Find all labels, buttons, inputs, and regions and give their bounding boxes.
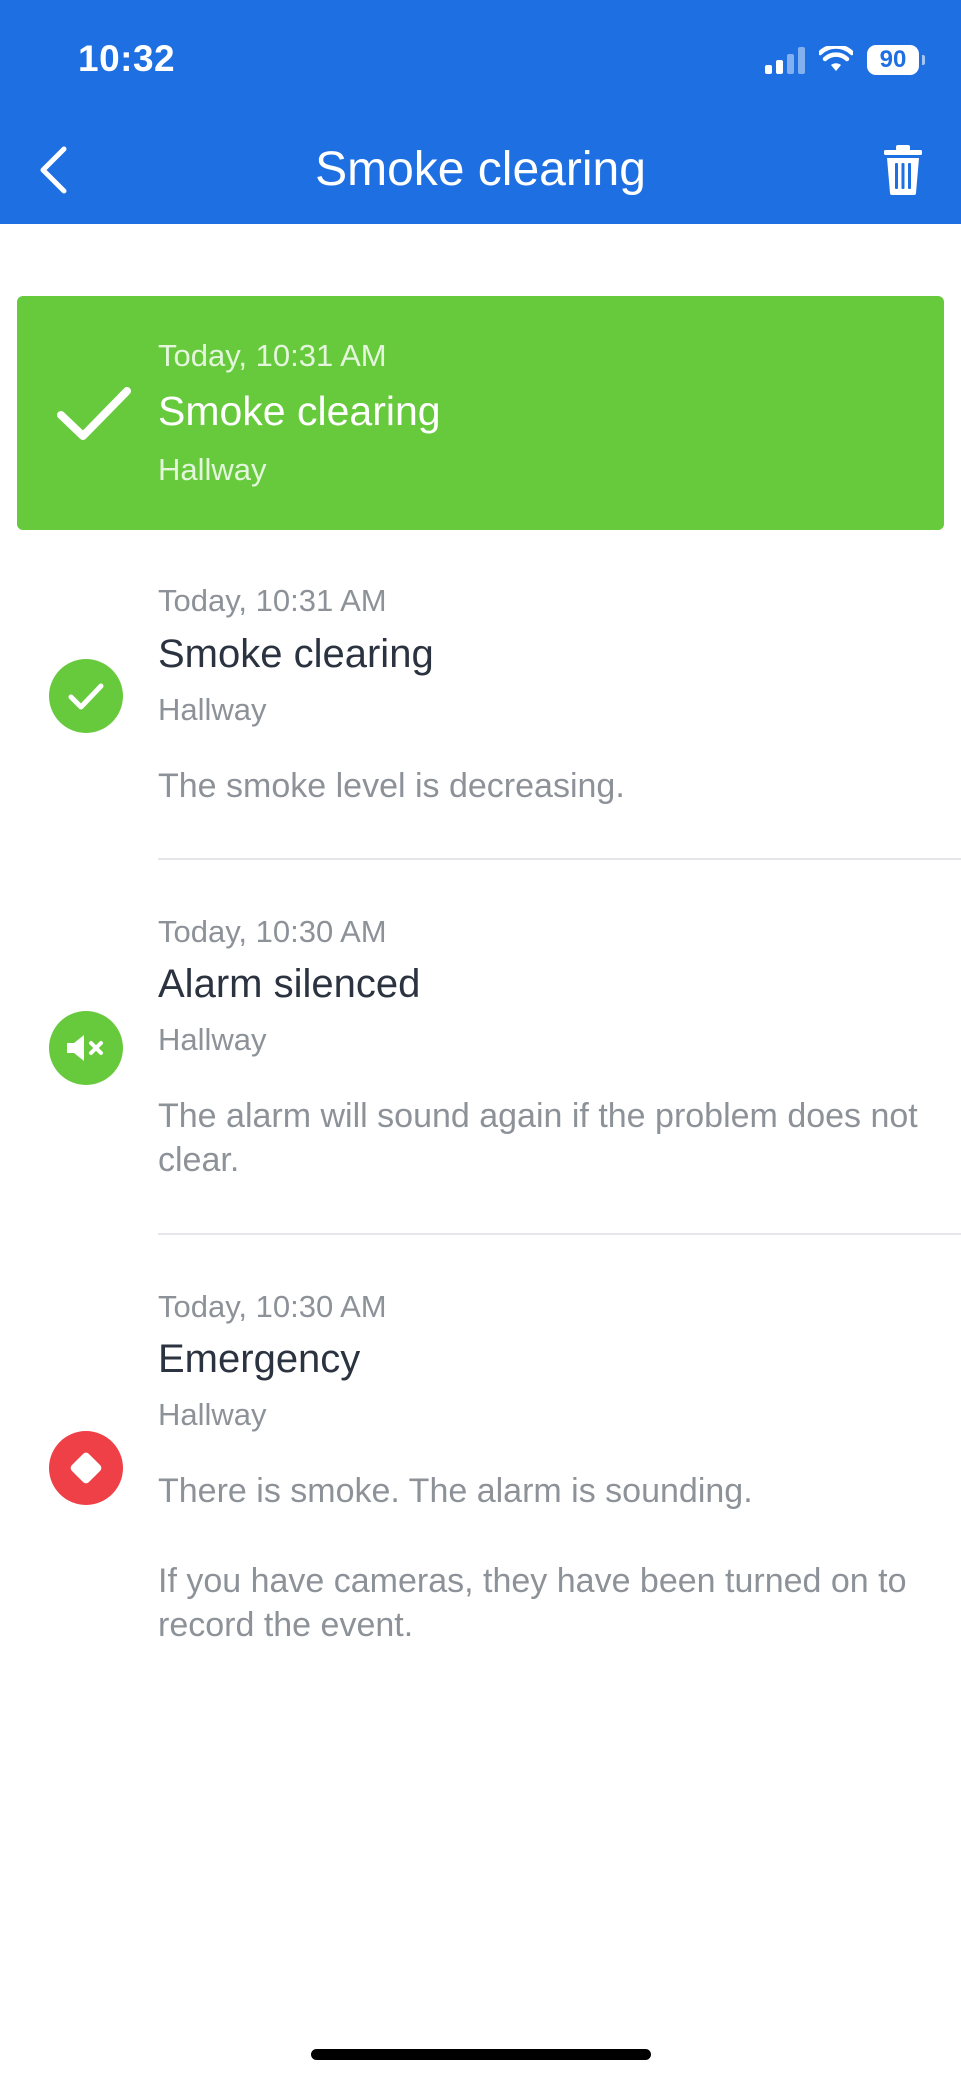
cellular-signal-icon bbox=[765, 46, 805, 74]
event-title: Alarm silenced bbox=[158, 962, 421, 1006]
event-location: Hallway bbox=[158, 1397, 267, 1432]
event-title: Emergency bbox=[158, 1337, 361, 1381]
status-time: 10:32 bbox=[78, 38, 176, 79]
event-location: Hallway bbox=[158, 1022, 267, 1057]
trash-icon bbox=[884, 145, 922, 195]
event-title: Smoke clearing bbox=[158, 388, 441, 434]
speaker-muted-icon bbox=[49, 1011, 123, 1085]
delete-button[interactable] bbox=[875, 140, 931, 200]
event-description: There is smoke. The alarm is sounding. bbox=[158, 1472, 753, 1510]
event-description-secondary: If you have cameras, they have been turn… bbox=[158, 1562, 907, 1644]
checkmark-icon bbox=[51, 370, 137, 456]
wifi-icon bbox=[819, 46, 853, 71]
event-location: Hallway bbox=[158, 452, 267, 487]
page-title: Smoke clearing bbox=[315, 143, 646, 196]
emergency-diamond-icon bbox=[49, 1431, 123, 1505]
event-location: Hallway bbox=[158, 692, 267, 727]
app-header: 10:32 90 Smoke clearing bbox=[0, 0, 961, 224]
event-description: The smoke level is decreasing. bbox=[158, 767, 625, 805]
check-circle-icon bbox=[49, 659, 123, 733]
status-icons: 90 bbox=[765, 42, 925, 78]
home-indicator bbox=[311, 2049, 651, 2060]
event-description: The alarm will sound again if the proble… bbox=[158, 1097, 918, 1179]
active-event-card[interactable]: Today, 10:31 AM Smoke clearing Hallway bbox=[17, 296, 944, 530]
event-time: Today, 10:30 AM bbox=[158, 914, 387, 949]
event-time: Today, 10:31 AM bbox=[158, 583, 387, 618]
battery-indicator: 90 bbox=[867, 45, 925, 75]
divider bbox=[158, 1233, 961, 1235]
event-title: Smoke clearing bbox=[158, 632, 434, 676]
divider bbox=[158, 858, 961, 860]
event-time: Today, 10:31 AM bbox=[158, 338, 387, 373]
event-time: Today, 10:30 AM bbox=[158, 1289, 387, 1324]
